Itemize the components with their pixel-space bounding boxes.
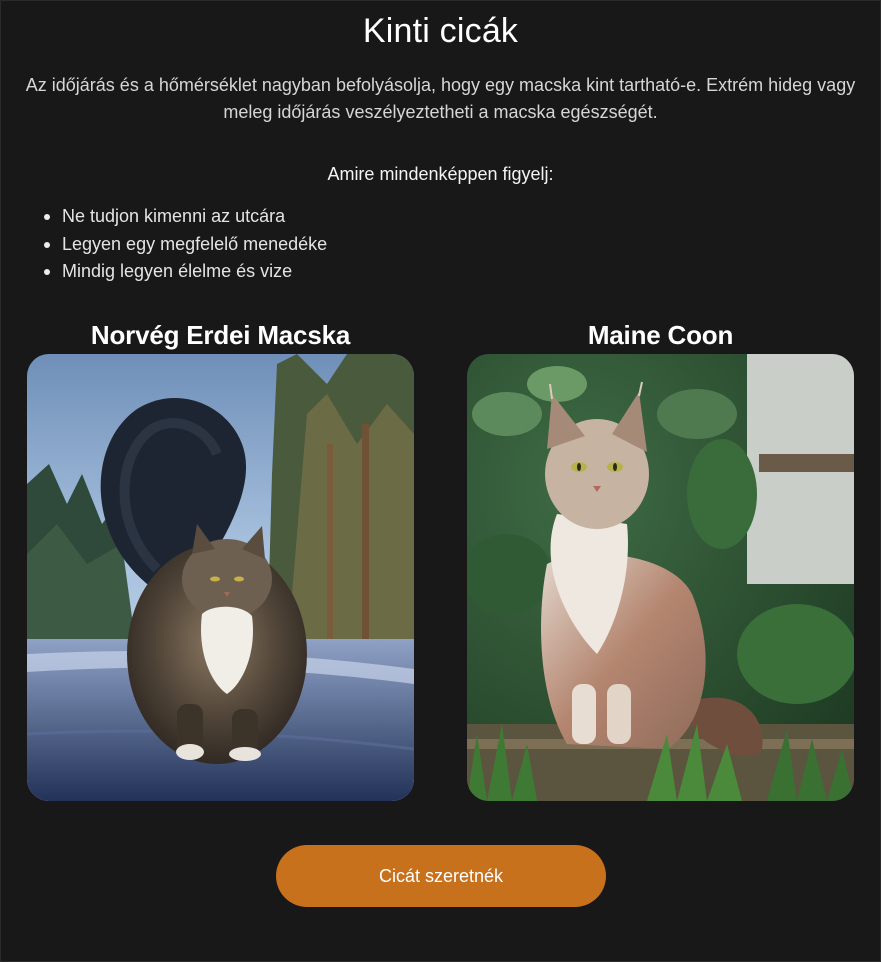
checklist-item: Legyen egy megfelelő menedéke (44, 231, 327, 259)
breed-photo-maine-coon (467, 354, 854, 801)
page-title: Kinti cicák (362, 12, 519, 50)
checklist: Ne tudjon kimenni az utcára Legyen egy m… (44, 203, 327, 286)
checklist-heading: Amire mindenképpen figyelj: (327, 164, 554, 184)
breed-title-norwegian-forest-cat: Norvég Erdei Macska (90, 320, 351, 350)
cta-button[interactable]: Cicát szeretnék (276, 845, 606, 907)
checklist-item: Ne tudjon kimenni az utcára (44, 203, 327, 231)
intro-text: Az időjárás és a hőmérséklet nagyban bef… (25, 75, 856, 122)
checklist-item: Mindig legyen élelme és vize (44, 258, 327, 286)
breed-title-maine-coon: Maine Coon (587, 320, 734, 350)
breed-photo-norwegian-forest-cat (27, 354, 414, 801)
